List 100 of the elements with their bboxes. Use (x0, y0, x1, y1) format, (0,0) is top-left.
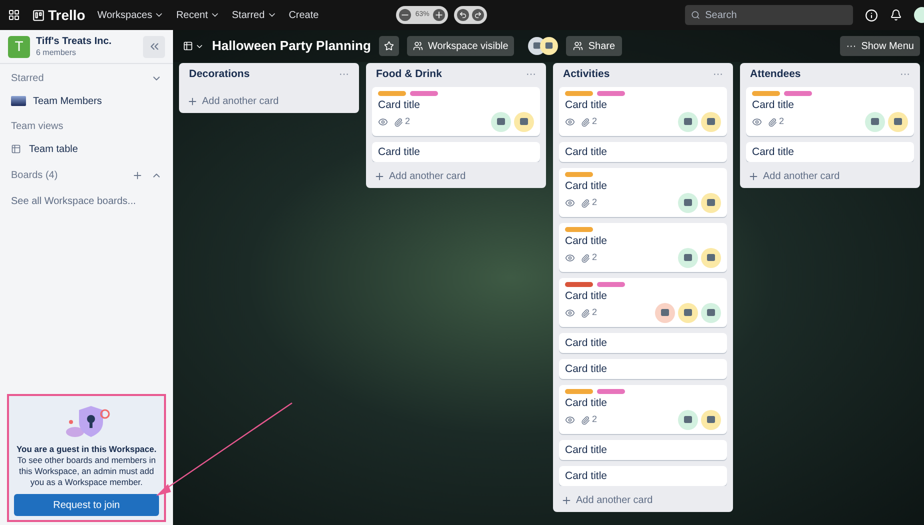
board-view-icon (183, 41, 193, 51)
board-thumbnail-icon (11, 96, 26, 106)
plus-icon (561, 494, 572, 506)
card[interactable]: Card title 2 (559, 168, 727, 217)
card[interactable]: Card title (559, 359, 727, 379)
logo-icon (32, 8, 45, 22)
bell-icon[interactable] (890, 9, 902, 21)
card-title: Card title (752, 98, 796, 112)
logo-text[interactable]: Trello (48, 4, 86, 26)
apps-grid-icon[interactable] (8, 9, 20, 21)
card[interactable]: Card title (372, 142, 540, 162)
nav-menu[interactable]: Recent (176, 8, 220, 22)
card-title: Card title (378, 98, 422, 112)
eye-icon (565, 415, 575, 425)
attachment-count: 2 (592, 413, 598, 426)
eye-icon (565, 308, 575, 318)
section-heading: Starred (11, 72, 44, 86)
eye-icon (565, 253, 575, 263)
add-card-button[interactable]: Add another card (179, 89, 359, 113)
card-title: Card title (565, 336, 608, 350)
guest-message: You are a guest in this Workspace. To see other boards and members in this Workspace, an admin must add you as a Workspace member. (16, 444, 158, 488)
list-menu-button[interactable]: ··· (900, 70, 910, 80)
paperclip-icon (581, 198, 590, 208)
collapse-sidebar-button[interactable] (143, 36, 165, 58)
show-menu-button[interactable]: ··· Show Menu (840, 36, 920, 56)
card-title: Card title (565, 234, 608, 248)
attachment-count: 2 (592, 251, 598, 264)
card[interactable]: Card title (559, 142, 727, 162)
people-icon (573, 41, 584, 51)
paperclip-icon (394, 118, 403, 126)
member-count: 6 members (36, 46, 78, 58)
zoom-out-icon[interactable] (399, 9, 412, 21)
add-card-button[interactable]: Add another card (740, 164, 920, 188)
star-button[interactable] (378, 36, 399, 56)
card[interactable]: Card title 2 (559, 223, 727, 272)
search-field[interactable]: Search (685, 5, 853, 25)
star-icon (384, 41, 394, 51)
eye-icon (752, 117, 762, 127)
list-menu-button[interactable]: ··· (713, 70, 723, 80)
share-button[interactable]: Share (566, 36, 622, 56)
section-heading: Team views (11, 120, 64, 134)
plus-icon (187, 96, 198, 106)
card-title: Card title (565, 179, 608, 193)
attachment-count: 2 (592, 196, 598, 210)
card[interactable]: Card title 2 (746, 87, 914, 136)
table-icon (11, 144, 21, 154)
info-icon[interactable] (865, 8, 878, 22)
eye-icon (565, 198, 575, 208)
redo-icon[interactable] (472, 9, 484, 21)
list-title: Activities (563, 67, 610, 82)
card-title: Card title (565, 362, 608, 376)
workspace-tile: T (8, 36, 30, 58)
card-title: Card title (565, 469, 608, 483)
board-view-button[interactable] (183, 41, 204, 51)
add-icon[interactable] (132, 170, 143, 180)
attachment-count: 2 (405, 115, 410, 128)
list-menu-button[interactable]: ··· (339, 70, 349, 80)
card-title: Card title (565, 289, 608, 303)
paperclip-icon (581, 308, 590, 318)
card-title: Card title (378, 145, 422, 159)
eye-icon (378, 117, 388, 127)
card[interactable]: Card title (746, 142, 914, 162)
add-card-button[interactable]: Add another card (366, 164, 546, 188)
card[interactable]: Card title (559, 466, 727, 486)
zoom-in-icon[interactable] (433, 9, 446, 21)
card-title: Card title (752, 145, 796, 159)
create-button[interactable]: Create (288, 8, 319, 22)
paperclip-icon (581, 416, 590, 424)
card[interactable]: Card title (559, 440, 727, 460)
search-input[interactable]: Search (705, 8, 847, 22)
undo-icon[interactable] (457, 9, 470, 21)
list-title: Attendees (750, 67, 801, 82)
request-to-join-button[interactable]: Request to join (14, 494, 159, 516)
card-title: Card title (565, 396, 608, 410)
section-heading: Boards (4) (11, 168, 58, 182)
card[interactable]: Card title 2 (559, 278, 727, 327)
sidebar-item[interactable]: Team Members (11, 90, 162, 112)
card[interactable]: Card title 2 (559, 87, 727, 136)
card[interactable]: Card title 2 (372, 87, 540, 136)
card[interactable]: Card title (559, 333, 727, 353)
paperclip-icon (581, 254, 590, 262)
nav-menu[interactable]: Starred (232, 8, 277, 22)
list-title: Decorations (189, 67, 250, 82)
paperclip-icon (768, 118, 777, 126)
attachment-count: 2 (592, 115, 598, 128)
paperclip-icon (581, 118, 590, 126)
see-all-boards-link[interactable]: See all Workspace boards... (11, 188, 162, 214)
attachment-count: 2 (592, 306, 598, 320)
plus-icon (374, 170, 385, 182)
card-title: Card title (565, 443, 608, 457)
card-title: Card title (565, 145, 608, 159)
plus-icon (748, 170, 759, 182)
search-icon (691, 10, 700, 20)
card[interactable]: Card title 2 (559, 385, 727, 434)
visibility-button[interactable]: Workspace visible (406, 36, 514, 56)
nav-menu[interactable]: Workspaces (97, 8, 164, 22)
board-title: Halloween Party Planning (212, 37, 371, 56)
add-card-button[interactable]: Add another card (553, 488, 733, 512)
sidebar-item[interactable]: Team table (11, 138, 162, 160)
list-menu-button[interactable]: ··· (526, 70, 536, 80)
